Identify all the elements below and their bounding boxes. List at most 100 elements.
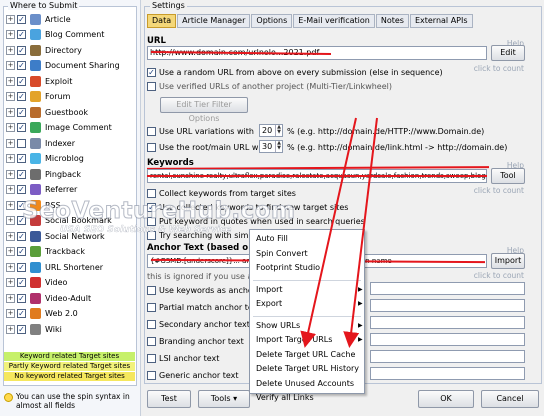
checkbox-verified-urls[interactable] [147, 81, 156, 91]
expand-icon[interactable]: + [6, 247, 15, 256]
opt-verified-urls[interactable]: Use verified URLs of another project (Mu… [147, 80, 392, 92]
platform-row[interactable]: + ✓ Video-Adult [6, 291, 91, 305]
expand-icon[interactable]: + [6, 262, 15, 272]
platform-checkbox[interactable]: ✓ [17, 61, 26, 70]
expand-icon[interactable]: + [6, 76, 15, 86]
expand-icon[interactable]: + [6, 107, 15, 117]
checkbox-url-variations[interactable] [147, 126, 156, 136]
checkbox-lsi[interactable] [147, 353, 156, 363]
edit-tier-filter-button[interactable]: Edit Tier Filter Options [160, 97, 248, 123]
root-url-spinner[interactable]: 30 ▲ ▼ [259, 140, 283, 153]
platform-checkbox[interactable]: ✓ [17, 92, 26, 101]
opt-url-variations[interactable]: Use URL variations with [147, 125, 254, 137]
anchor-click-to-count[interactable]: click to count [470, 271, 524, 280]
opt-partial-match-anchor[interactable]: Partial match anchor text [147, 301, 260, 313]
platform-row[interactable]: + ✓ Exploit [6, 74, 72, 88]
menu-item[interactable]: Delete Unused Accounts [256, 378, 354, 389]
platform-checkbox[interactable] [17, 138, 26, 148]
tab-external-apis[interactable]: External APIs [409, 14, 473, 28]
anchor-import-button[interactable]: Import [491, 253, 525, 269]
tools-button[interactable]: Tools ▾ [198, 390, 250, 408]
platform-row[interactable]: + ✓ Blog Comment [6, 28, 104, 42]
opt-lsi-anchor[interactable]: LSI anchor text [147, 352, 219, 364]
tab-notes[interactable]: Notes [375, 14, 409, 28]
platform-row[interactable]: + ✓ Guestbook [6, 105, 88, 119]
platform-checkbox[interactable]: ✓ [17, 309, 26, 318]
expand-icon[interactable]: + [6, 231, 15, 241]
platform-checkbox[interactable]: ✓ [17, 154, 26, 163]
tab-options[interactable]: Options [251, 14, 293, 28]
opt-generic-anchor[interactable]: Generic anchor text [147, 369, 239, 381]
expand-icon[interactable]: + [6, 278, 15, 287]
checkbox-generic[interactable] [147, 370, 156, 380]
platform-row[interactable]: + ✓ Web 2.0 [6, 307, 78, 321]
platform-checkbox[interactable]: ✓ [17, 45, 26, 55]
platform-checkbox[interactable]: ✓ [17, 14, 26, 24]
platform-checkbox[interactable]: ✓ [17, 185, 26, 194]
platform-checkbox[interactable]: ✓ [17, 293, 26, 303]
platform-row[interactable]: + ✓ Article [6, 12, 71, 26]
menu-item[interactable]: Auto Fill [256, 233, 288, 244]
url-variations-spinner[interactable]: 20 ▲ ▼ [259, 124, 283, 137]
cancel-button[interactable]: Cancel [481, 390, 539, 408]
expand-icon[interactable]: + [6, 92, 15, 101]
expand-icon[interactable]: + [6, 324, 15, 334]
spinner-arrows-icon[interactable]: ▲ ▼ [275, 125, 282, 136]
expand-icon[interactable]: + [6, 123, 15, 132]
menu-item[interactable]: Delete Target URL History [256, 363, 359, 374]
platform-row[interactable]: + ✓ Image Comment [6, 121, 112, 135]
expand-icon[interactable]: + [6, 216, 15, 225]
platform-row[interactable]: + ✓ Video [6, 276, 67, 290]
platform-row[interactable]: + ✓ Directory [6, 43, 82, 57]
platform-row[interactable]: + ✓ Trackback [6, 245, 85, 259]
platform-row[interactable]: + ✓ Referrer [6, 183, 77, 197]
expand-icon[interactable]: + [6, 169, 15, 179]
checkbox-partial-match[interactable] [147, 302, 156, 312]
tab-email-verification[interactable]: E-Mail verification [293, 14, 375, 28]
url-click-to-count[interactable]: click to count [470, 64, 524, 73]
expand-icon[interactable]: + [6, 45, 15, 55]
platform-checkbox[interactable]: ✓ [17, 30, 26, 39]
url-edit-button[interactable]: Edit [491, 45, 525, 61]
platform-checkbox[interactable]: ✓ [17, 262, 26, 272]
expand-icon[interactable]: + [6, 138, 15, 148]
menu-item[interactable]: Spin Convert [256, 248, 308, 259]
secondary-anchor-field[interactable] [370, 316, 525, 329]
tab-article-manager[interactable]: Article Manager [177, 14, 251, 28]
tab-data[interactable]: Data [147, 14, 177, 28]
ok-button[interactable]: OK [418, 390, 474, 408]
expand-icon[interactable]: + [6, 14, 15, 24]
opt-branding-anchor[interactable]: Branding anchor text [147, 335, 244, 347]
menu-item[interactable]: Import Target URLs ▶ [256, 334, 363, 345]
lsi-anchor-field[interactable] [370, 350, 525, 363]
opt-secondary-anchor[interactable]: Secondary anchor text [147, 318, 250, 330]
opt-keywords-as-anchor[interactable]: Use keywords as anchor [147, 284, 256, 296]
expand-icon[interactable]: + [6, 30, 15, 39]
menu-item[interactable]: Export ▶ [256, 298, 363, 309]
checkbox-root-url[interactable] [147, 142, 156, 152]
branding-anchor-field[interactable] [370, 333, 525, 346]
platform-row[interactable]: + ✓ Document Sharing [6, 59, 120, 73]
platform-row[interactable]: + ✓ Microblog [6, 152, 84, 166]
menu-item[interactable]: Footprint Studio [256, 262, 320, 273]
platform-checkbox[interactable]: ✓ [17, 231, 26, 241]
platform-row[interactable]: + Indexer [6, 136, 75, 150]
platform-checkbox[interactable]: ✓ [17, 324, 26, 334]
platform-checkbox[interactable]: ✓ [17, 278, 26, 287]
checkbox-collect-keywords[interactable] [147, 188, 156, 198]
platform-checkbox[interactable]: ✓ [17, 169, 26, 179]
menu-item[interactable]: Delete Target URL Cache [256, 349, 355, 360]
menu-item[interactable]: Show URLs ▶ [256, 320, 363, 331]
platform-row[interactable]: + ✓ URL Shortener [6, 260, 103, 274]
platform-checkbox[interactable]: ✓ [17, 107, 26, 117]
expand-icon[interactable]: + [6, 185, 15, 194]
expand-icon[interactable]: + [6, 293, 15, 303]
checkbox-branding[interactable] [147, 336, 156, 346]
spinner-arrows-icon[interactable]: ▲ ▼ [275, 141, 282, 152]
checkbox-keywords-anchor[interactable] [147, 285, 156, 295]
platform-row[interactable]: + ✓ Forum [6, 90, 70, 104]
platform-row[interactable]: + ✓ Pingback [6, 167, 81, 181]
opt-random-url[interactable]: ✓ Use a random URL from above on every su… [147, 66, 443, 78]
test-button[interactable]: Test [147, 390, 191, 408]
menu-item[interactable]: Verify all Links [256, 392, 314, 403]
